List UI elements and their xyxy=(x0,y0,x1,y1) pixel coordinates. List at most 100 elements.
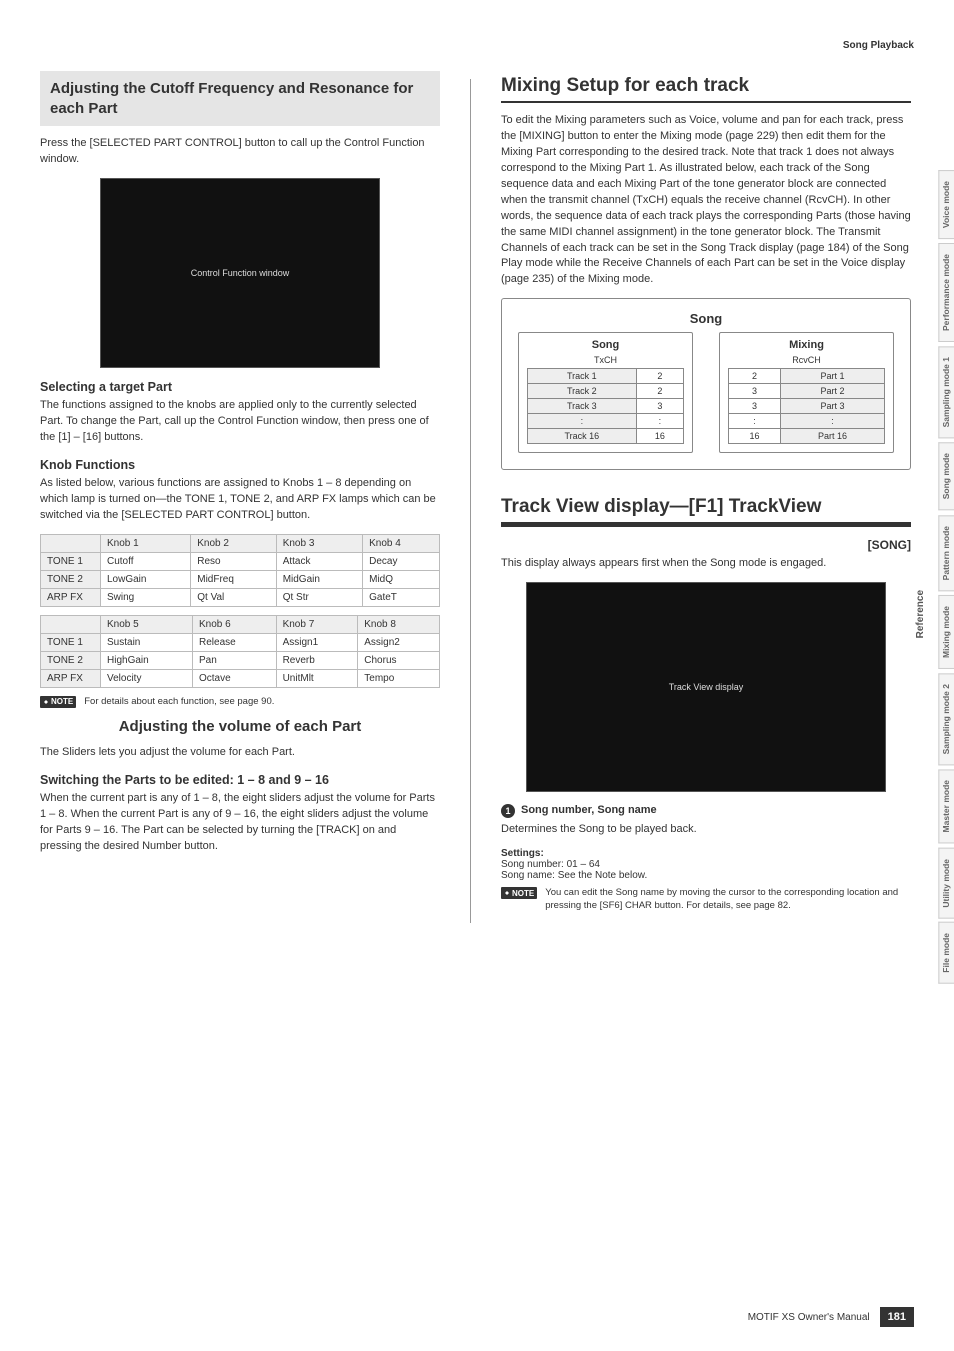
cell: Swing xyxy=(101,588,191,606)
settings-line: Song name: See the Note below. xyxy=(501,870,911,881)
box-title: Mixing xyxy=(728,339,885,351)
box-sub: TxCH xyxy=(527,355,684,365)
cell: Reso xyxy=(191,552,276,570)
cell: Track 2 xyxy=(528,384,637,399)
tab-utility-mode[interactable]: Utility mode xyxy=(938,848,954,919)
column-divider xyxy=(470,79,471,923)
tab-sampling-mode-2[interactable]: Sampling mode 2 xyxy=(938,673,954,765)
cell: Decay xyxy=(363,552,440,570)
breadcrumb: Song Playback xyxy=(40,40,914,51)
cell: Assign1 xyxy=(276,633,358,651)
settings-line: Song number: 01 – 64 xyxy=(501,859,911,870)
col-header: Knob 1 xyxy=(101,534,191,552)
callout-song-number: 1 Song number, Song name xyxy=(501,804,911,818)
callout-number-icon: 1 xyxy=(501,804,515,818)
knob-table-bottom: Knob 5 Knob 6 Knob 7 Knob 8 TONE 1Sustai… xyxy=(40,615,440,688)
cell: Release xyxy=(193,633,277,651)
row-header: TONE 1 xyxy=(41,633,101,651)
subhead-knob-functions: Knob Functions xyxy=(40,458,440,472)
reference-tab: Reference xyxy=(915,590,926,638)
cell: Chorus xyxy=(358,651,440,669)
row-header: ARP FX xyxy=(41,669,101,687)
col-header: Knob 8 xyxy=(358,615,440,633)
box-title: Song xyxy=(527,339,684,351)
subhead-selecting-part: Selecting a target Part xyxy=(40,380,440,394)
cell: UnitMlt xyxy=(276,669,358,687)
section-heading-trackview: Track View display—[F1] TrackView xyxy=(501,496,911,524)
footer-text: MOTIF XS Owner's Manual xyxy=(748,1312,870,1323)
cell: MidGain xyxy=(276,570,362,588)
row-header: TONE 2 xyxy=(41,651,101,669)
tab-song-mode[interactable]: Song mode xyxy=(938,442,954,510)
left-column: Adjusting the Cutoff Frequency and Reson… xyxy=(40,71,440,923)
tab-sampling-mode-1[interactable]: Sampling mode 1 xyxy=(938,346,954,438)
cell: Cutoff xyxy=(101,552,191,570)
cell: MidFreq xyxy=(191,570,276,588)
note-row: NOTE For details about each function, se… xyxy=(40,696,440,709)
cell: Part 1 xyxy=(781,369,885,384)
tab-file-mode[interactable]: File mode xyxy=(938,922,954,984)
cell: Track 3 xyxy=(528,399,637,414)
intro-text: Press the [SELECTED PART CONTROL] button… xyxy=(40,136,440,168)
section-heading-cutoff: Adjusting the Cutoff Frequency and Reson… xyxy=(40,71,440,126)
page-number: 181 xyxy=(880,1307,914,1327)
cell: GateT xyxy=(363,588,440,606)
cell: Attack xyxy=(276,552,362,570)
row-header: ARP FX xyxy=(41,588,101,606)
cell: Qt Val xyxy=(191,588,276,606)
side-tabs: Voice mode Performance mode Sampling mod… xyxy=(938,170,954,984)
note-text: You can edit the Song name by moving the… xyxy=(545,887,911,913)
right-column: Mixing Setup for each track To edit the … xyxy=(501,71,911,923)
tab-performance-mode[interactable]: Performance mode xyxy=(938,243,954,342)
diagram-title: Song xyxy=(518,311,894,326)
box-sub: RcvCH xyxy=(728,355,885,365)
trackview-image: Track View display xyxy=(526,582,886,792)
subhead-switching-parts: Switching the Parts to be edited: 1 – 8 … xyxy=(40,773,440,787)
switching-parts-text: When the current part is any of 1 – 8, t… xyxy=(40,791,440,855)
tab-pattern-mode[interactable]: Pattern mode xyxy=(938,515,954,591)
section-heading-mixing: Mixing Setup for each track xyxy=(501,75,911,103)
row-header: TONE 1 xyxy=(41,552,101,570)
cell: Sustain xyxy=(101,633,193,651)
cell: 3 xyxy=(729,384,781,399)
cell: 16 xyxy=(636,429,683,444)
control-function-image: Control Function window xyxy=(100,178,380,368)
cell: LowGain xyxy=(101,570,191,588)
cell: : xyxy=(729,414,781,429)
tab-voice-mode[interactable]: Voice mode xyxy=(938,170,954,239)
settings-label: Settings: xyxy=(501,848,911,859)
cell: Track 16 xyxy=(528,429,637,444)
cell: Part 2 xyxy=(781,384,885,399)
col-header: Knob 5 xyxy=(101,615,193,633)
cell: Qt Str xyxy=(276,588,362,606)
cell: : xyxy=(528,414,637,429)
cell: 2 xyxy=(636,369,683,384)
song-mixing-diagram: Song Song TxCH Track 12 Track 22 Track 3… xyxy=(501,298,911,470)
col-header: Knob 7 xyxy=(276,615,358,633)
cell: 3 xyxy=(636,399,683,414)
tab-mixing-mode[interactable]: Mixing mode xyxy=(938,595,954,669)
mode-tag: [SONG] xyxy=(501,538,911,552)
knob-table-top: Knob 1 Knob 2 Knob 3 Knob 4 TONE 1Cutoff… xyxy=(40,534,440,607)
page-footer: MOTIF XS Owner's Manual 181 xyxy=(40,1307,914,1327)
note-row: NOTE You can edit the Song name by movin… xyxy=(501,887,911,913)
cell: MidQ xyxy=(363,570,440,588)
cell: Tempo xyxy=(358,669,440,687)
col-header: Knob 4 xyxy=(363,534,440,552)
trackview-intro: This display always appears first when t… xyxy=(501,556,911,572)
note-icon: NOTE xyxy=(40,696,76,708)
cell: : xyxy=(781,414,885,429)
cell: 2 xyxy=(729,369,781,384)
cell: 3 xyxy=(729,399,781,414)
callout-title: Song number, Song name xyxy=(521,804,657,816)
volume-intro: The Sliders lets you adjust the volume f… xyxy=(40,745,440,761)
cell: Reverb xyxy=(276,651,358,669)
tab-master-mode[interactable]: Master mode xyxy=(938,769,954,843)
cell: : xyxy=(636,414,683,429)
mixing-intro: To edit the Mixing parameters such as Vo… xyxy=(501,113,911,288)
cell: Pan xyxy=(193,651,277,669)
note-text: For details about each function, see pag… xyxy=(84,696,440,709)
diagram-song-box: Song TxCH Track 12 Track 22 Track 33 :: … xyxy=(518,332,693,453)
col-header: Knob 3 xyxy=(276,534,362,552)
knob-functions-text: As listed below, various functions are a… xyxy=(40,476,440,524)
